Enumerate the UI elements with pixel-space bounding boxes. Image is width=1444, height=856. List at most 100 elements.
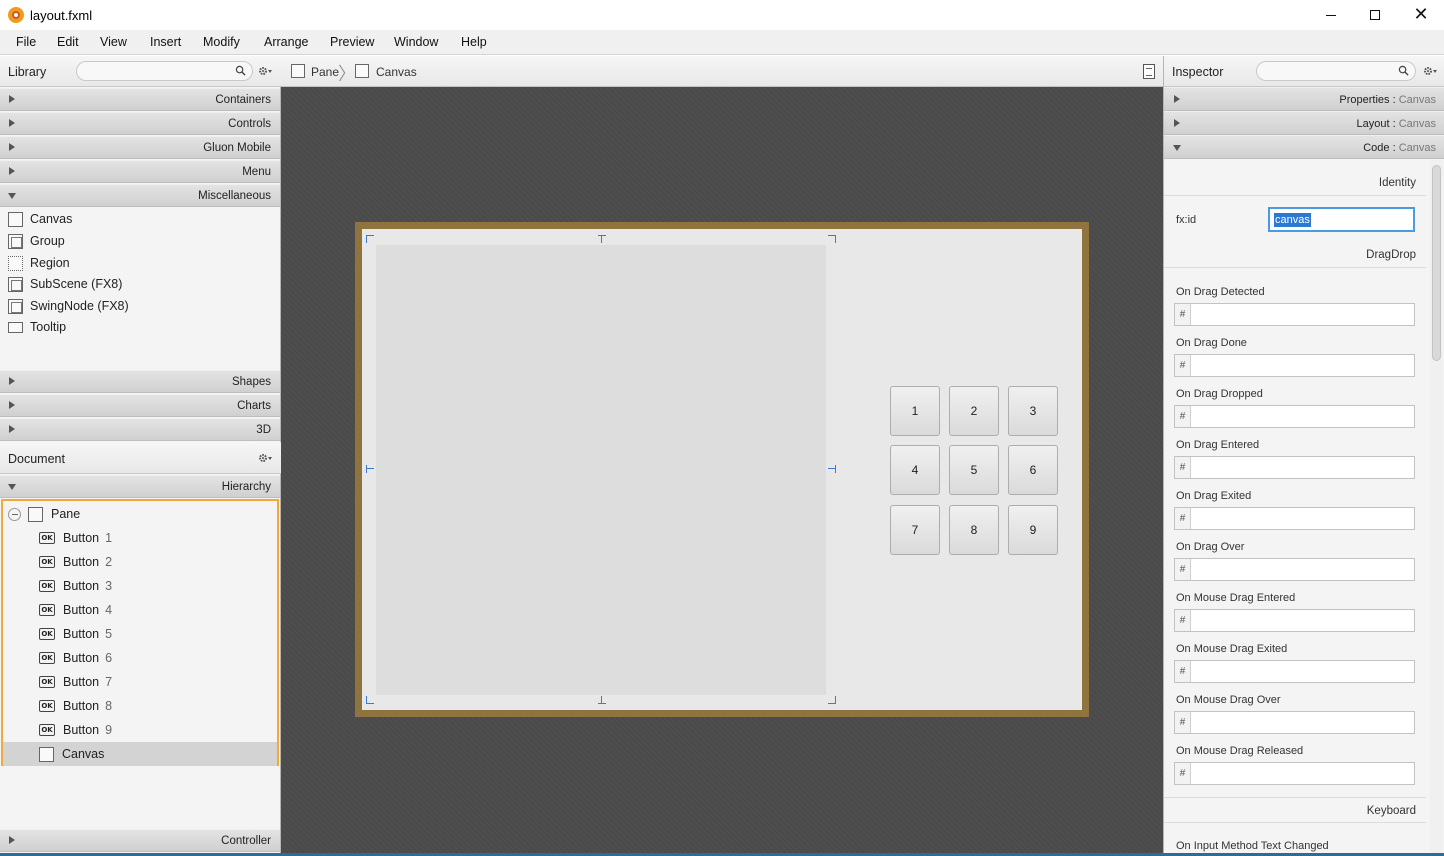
section-label: Charts: [237, 400, 271, 412]
library-search-input[interactable]: [76, 61, 253, 81]
library-item-tooltip[interactable]: Tooltip: [8, 317, 66, 337]
menu-file[interactable]: File: [16, 35, 36, 49]
tree-row-button-8[interactable]: OK Button 8: [3, 694, 277, 718]
resize-handle-top[interactable]: [598, 235, 606, 243]
pane-icon: [291, 64, 305, 78]
collapse-node-icon[interactable]: [8, 507, 21, 521]
on-mouse-drag-exited-field[interactable]: #: [1174, 660, 1415, 683]
close-button[interactable]: ✕: [1398, 0, 1444, 30]
button-ok-icon: OK: [39, 676, 55, 688]
on-drag-entered-field[interactable]: #: [1174, 456, 1415, 479]
inspector-panel: Inspector Properties : Canvas Layout : C…: [1163, 56, 1444, 856]
inspector-section-code[interactable]: Code : Canvas: [1164, 135, 1444, 159]
document-header: Document: [0, 442, 281, 474]
on-mouse-drag-released-field[interactable]: #: [1174, 762, 1415, 785]
library-item-group[interactable]: Group: [8, 231, 65, 251]
keypad-button-6[interactable]: 6: [1008, 445, 1058, 495]
menu-arrange[interactable]: Arrange: [264, 35, 308, 49]
on-mouse-drag-over-field[interactable]: #: [1174, 711, 1415, 734]
on-mouse-drag-entered-field[interactable]: #: [1174, 609, 1415, 632]
resize-handle-top-left[interactable]: [366, 235, 374, 243]
keypad-button-3[interactable]: 3: [1008, 386, 1058, 436]
library-section-miscellaneous[interactable]: Miscellaneous: [0, 184, 280, 207]
resize-handle-right[interactable]: [828, 465, 836, 473]
breadcrumb-item-canvas[interactable]: Canvas: [376, 65, 417, 79]
menu-preview[interactable]: Preview: [330, 35, 374, 49]
document-gear-icon[interactable]: [258, 452, 272, 464]
library-item-canvas[interactable]: Canvas: [8, 209, 72, 229]
keypad-button-9[interactable]: 9: [1008, 505, 1058, 555]
library-section-charts[interactable]: Charts: [0, 394, 280, 417]
library-section-shapes[interactable]: Shapes: [0, 370, 280, 393]
tree-row-button-3[interactable]: OK Button 3: [3, 574, 277, 598]
resize-handle-top-right[interactable]: [828, 235, 836, 243]
tree-num: 1: [105, 531, 113, 545]
menu-insert[interactable]: Insert: [150, 35, 181, 49]
resize-handle-bottom-left[interactable]: [366, 696, 374, 704]
tree-row-button-1[interactable]: OK Button 1: [3, 526, 277, 550]
expand-arrow-icon: [1174, 95, 1180, 103]
resize-handle-bottom[interactable]: [598, 696, 606, 704]
library-section-gluon-mobile[interactable]: Gluon Mobile: [0, 136, 280, 159]
keypad-button-2[interactable]: 2: [949, 386, 999, 436]
menu-help[interactable]: Help: [461, 35, 487, 49]
tree-row-pane[interactable]: Pane: [3, 502, 277, 526]
on-drag-over-field[interactable]: #: [1174, 558, 1415, 581]
tree-row-button-5[interactable]: OK Button 5: [3, 622, 277, 646]
inspector-section-properties[interactable]: Properties : Canvas: [1164, 87, 1444, 111]
section-label: Shapes: [231, 376, 271, 388]
on-drag-detected-field[interactable]: #: [1174, 303, 1415, 326]
menu-edit[interactable]: Edit: [57, 35, 79, 49]
minimize-button[interactable]: [1308, 0, 1354, 30]
section-name: Properties: [1339, 94, 1390, 106]
fxid-input[interactable]: canvas: [1268, 207, 1415, 232]
tree-row-button-4[interactable]: OK Button 4: [3, 598, 277, 622]
on-drag-exited-field[interactable]: #: [1174, 507, 1415, 530]
library-section-controls[interactable]: Controls: [0, 112, 280, 135]
library-gear-icon[interactable]: [258, 65, 272, 77]
tree-num: 5: [105, 627, 113, 641]
keypad-button-1[interactable]: 1: [890, 386, 940, 436]
on-drag-dropped-field[interactable]: #: [1174, 405, 1415, 428]
tree-num: 7: [105, 675, 113, 689]
subscene-icon: [8, 276, 23, 292]
inspector-section-layout[interactable]: Layout : Canvas: [1164, 111, 1444, 135]
inspector-scrollbar[interactable]: [1430, 160, 1443, 856]
document-section-controller[interactable]: Controller: [0, 829, 280, 852]
keypad-button-7[interactable]: 7: [890, 505, 940, 555]
library-section-menu[interactable]: Menu: [0, 160, 280, 183]
breadcrumb-item-pane[interactable]: Pane: [311, 65, 339, 79]
tree-num: 9: [105, 723, 113, 737]
keypad-button-8[interactable]: 8: [949, 505, 999, 555]
menu-modify[interactable]: Modify: [203, 35, 240, 49]
library-item-subscene[interactable]: SubScene (FX8): [8, 274, 122, 294]
maximize-button[interactable]: [1352, 0, 1398, 30]
library-section-containers[interactable]: Containers: [0, 88, 280, 111]
menu-window[interactable]: Window: [394, 35, 438, 49]
tree-row-button-6[interactable]: OK Button 6: [3, 646, 277, 670]
tree-row-button-9[interactable]: OK Button 9: [3, 718, 277, 742]
library-item-region[interactable]: Region: [8, 253, 70, 273]
menu-view[interactable]: View: [100, 35, 127, 49]
tree-row-button-2[interactable]: OK Button 2: [3, 550, 277, 574]
tree-label: Button: [63, 723, 100, 737]
collapse-arrow-icon: [8, 193, 16, 199]
fxid-value: canvas: [1274, 213, 1311, 227]
on-drag-done-field[interactable]: #: [1174, 354, 1415, 377]
inspector-gear-icon[interactable]: [1423, 65, 1437, 77]
scrollbar-thumb[interactable]: [1432, 165, 1441, 361]
keypad-button-4[interactable]: 4: [890, 445, 940, 495]
tree-row-button-7[interactable]: OK Button 7: [3, 670, 277, 694]
canvas-node[interactable]: [376, 245, 826, 695]
library-item-swingnode[interactable]: SwingNode (FX8): [8, 296, 129, 316]
keypad-button-5[interactable]: 5: [949, 445, 999, 495]
tree-row-canvas[interactable]: Canvas: [3, 742, 277, 766]
canvas-icon: [355, 64, 369, 78]
library-section-3d[interactable]: 3D: [0, 418, 280, 441]
document-page-icon[interactable]: [1143, 64, 1155, 79]
resize-handle-left[interactable]: [366, 465, 374, 473]
resize-handle-bottom-right[interactable]: [828, 696, 836, 704]
tree-label: Button: [63, 531, 100, 545]
inspector-search-input[interactable]: [1256, 61, 1416, 81]
document-section-hierarchy[interactable]: Hierarchy: [0, 475, 280, 498]
